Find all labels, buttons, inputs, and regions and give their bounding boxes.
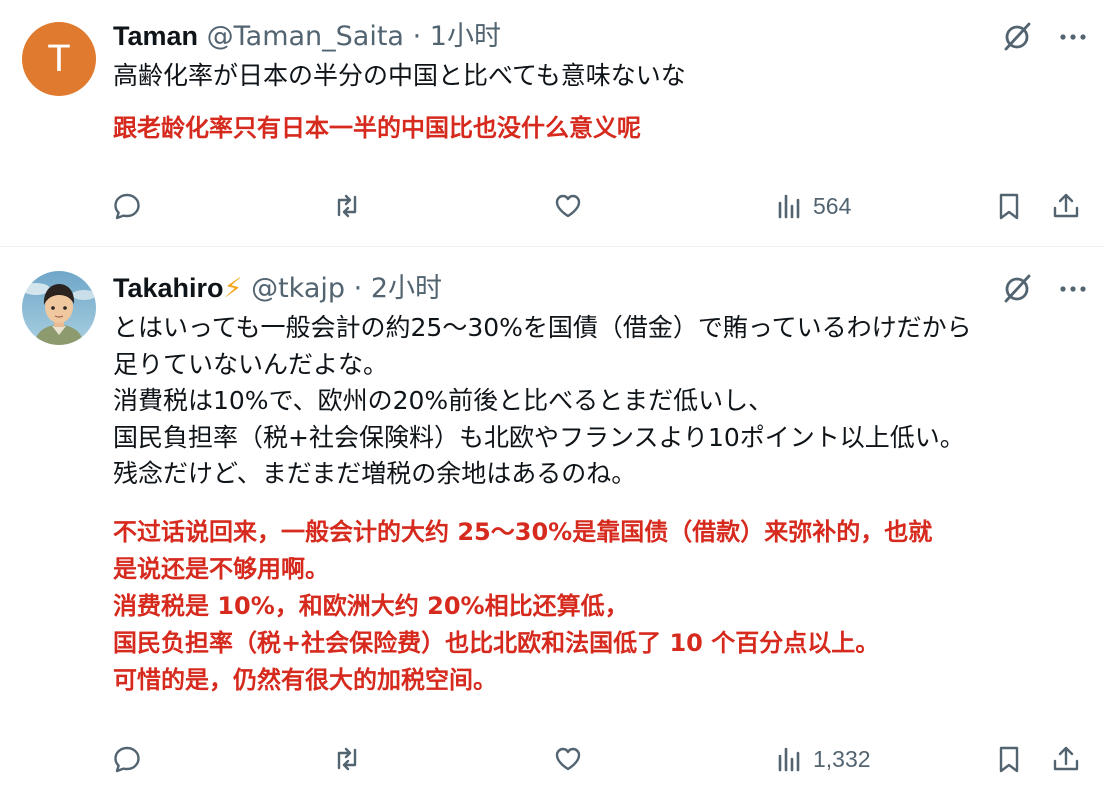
post-header: Takahiro⚡ @tkajp · 2小时 (113, 270, 442, 307)
grok-icon[interactable] (1000, 272, 1034, 306)
reply-icon (114, 193, 140, 220)
timestamp[interactable]: 1小时 (430, 21, 501, 52)
separator: · (353, 273, 363, 304)
avatar-portrait (22, 271, 96, 345)
handle[interactable]: @tkajp (251, 273, 345, 304)
share-icon (1053, 746, 1079, 771)
views-button[interactable]: 1,332 (775, 739, 871, 779)
views-count: 564 (813, 192, 852, 219)
post-taman[interactable]: T Taman @Taman_Saita · 1小时 高齢化率が日本の半分の中国… (0, 0, 1104, 247)
reply-icon (114, 746, 140, 773)
repost-icon (337, 747, 357, 771)
like-button[interactable] (553, 739, 583, 779)
post-translation: 不过话说回来，一般会计的大约 25〜30%是靠国债（借款）来弥补的，也就 是说还… (113, 518, 933, 694)
post-takahiro[interactable]: Takahiro⚡ @tkajp · 2小时 とはいっても一般会計の約25〜30… (0, 247, 1104, 786)
share-icon (1053, 193, 1079, 218)
like-icon (555, 194, 581, 218)
post-text: 高齢化率が日本の半分の中国と比べても意味ないな (113, 61, 686, 90)
bookmark-icon (999, 746, 1019, 773)
lightning-emoji: ⚡ (223, 273, 243, 304)
avatar[interactable] (22, 271, 96, 345)
display-name[interactable]: Takahiro (113, 273, 224, 303)
grok-icon[interactable] (1000, 20, 1034, 54)
post-text: とはいっても一般会計の約25〜30%を国債（借金）で賄っているわけだから 足りて… (113, 313, 972, 488)
repost-icon (337, 194, 357, 218)
post-header: Taman @Taman_Saita · 1小时 (113, 18, 501, 55)
like-button[interactable] (553, 186, 583, 226)
share-button[interactable] (1051, 186, 1081, 226)
separator: · (412, 21, 422, 52)
more-icon[interactable] (1056, 272, 1090, 306)
reply-button[interactable] (112, 186, 142, 226)
bookmark-button[interactable] (994, 739, 1024, 779)
bookmark-icon (999, 193, 1019, 220)
timestamp[interactable]: 2小时 (371, 273, 442, 304)
repost-button[interactable] (332, 186, 362, 226)
post-top-icons (1000, 272, 1090, 306)
views-icon (778, 747, 800, 772)
views-button[interactable]: 564 (775, 186, 851, 226)
bookmark-button[interactable] (994, 186, 1024, 226)
views-count: 1,332 (813, 745, 871, 772)
avatar-letter: T (47, 37, 71, 80)
avatar[interactable]: T (22, 22, 96, 96)
more-icon[interactable] (1056, 20, 1090, 54)
like-icon (555, 747, 581, 771)
post-top-icons (1000, 20, 1090, 54)
repost-button[interactable] (332, 739, 362, 779)
share-button[interactable] (1051, 739, 1081, 779)
views-icon (778, 194, 800, 219)
action-bar: 1,332 (0, 739, 1104, 779)
action-bar: 564 (0, 186, 1104, 226)
handle[interactable]: @Taman_Saita (207, 21, 404, 52)
post-translation: 跟老龄化率只有日本一半的中国比也没什么意义呢 (113, 114, 641, 142)
display-name[interactable]: Taman (113, 21, 198, 51)
reply-button[interactable] (112, 739, 142, 779)
